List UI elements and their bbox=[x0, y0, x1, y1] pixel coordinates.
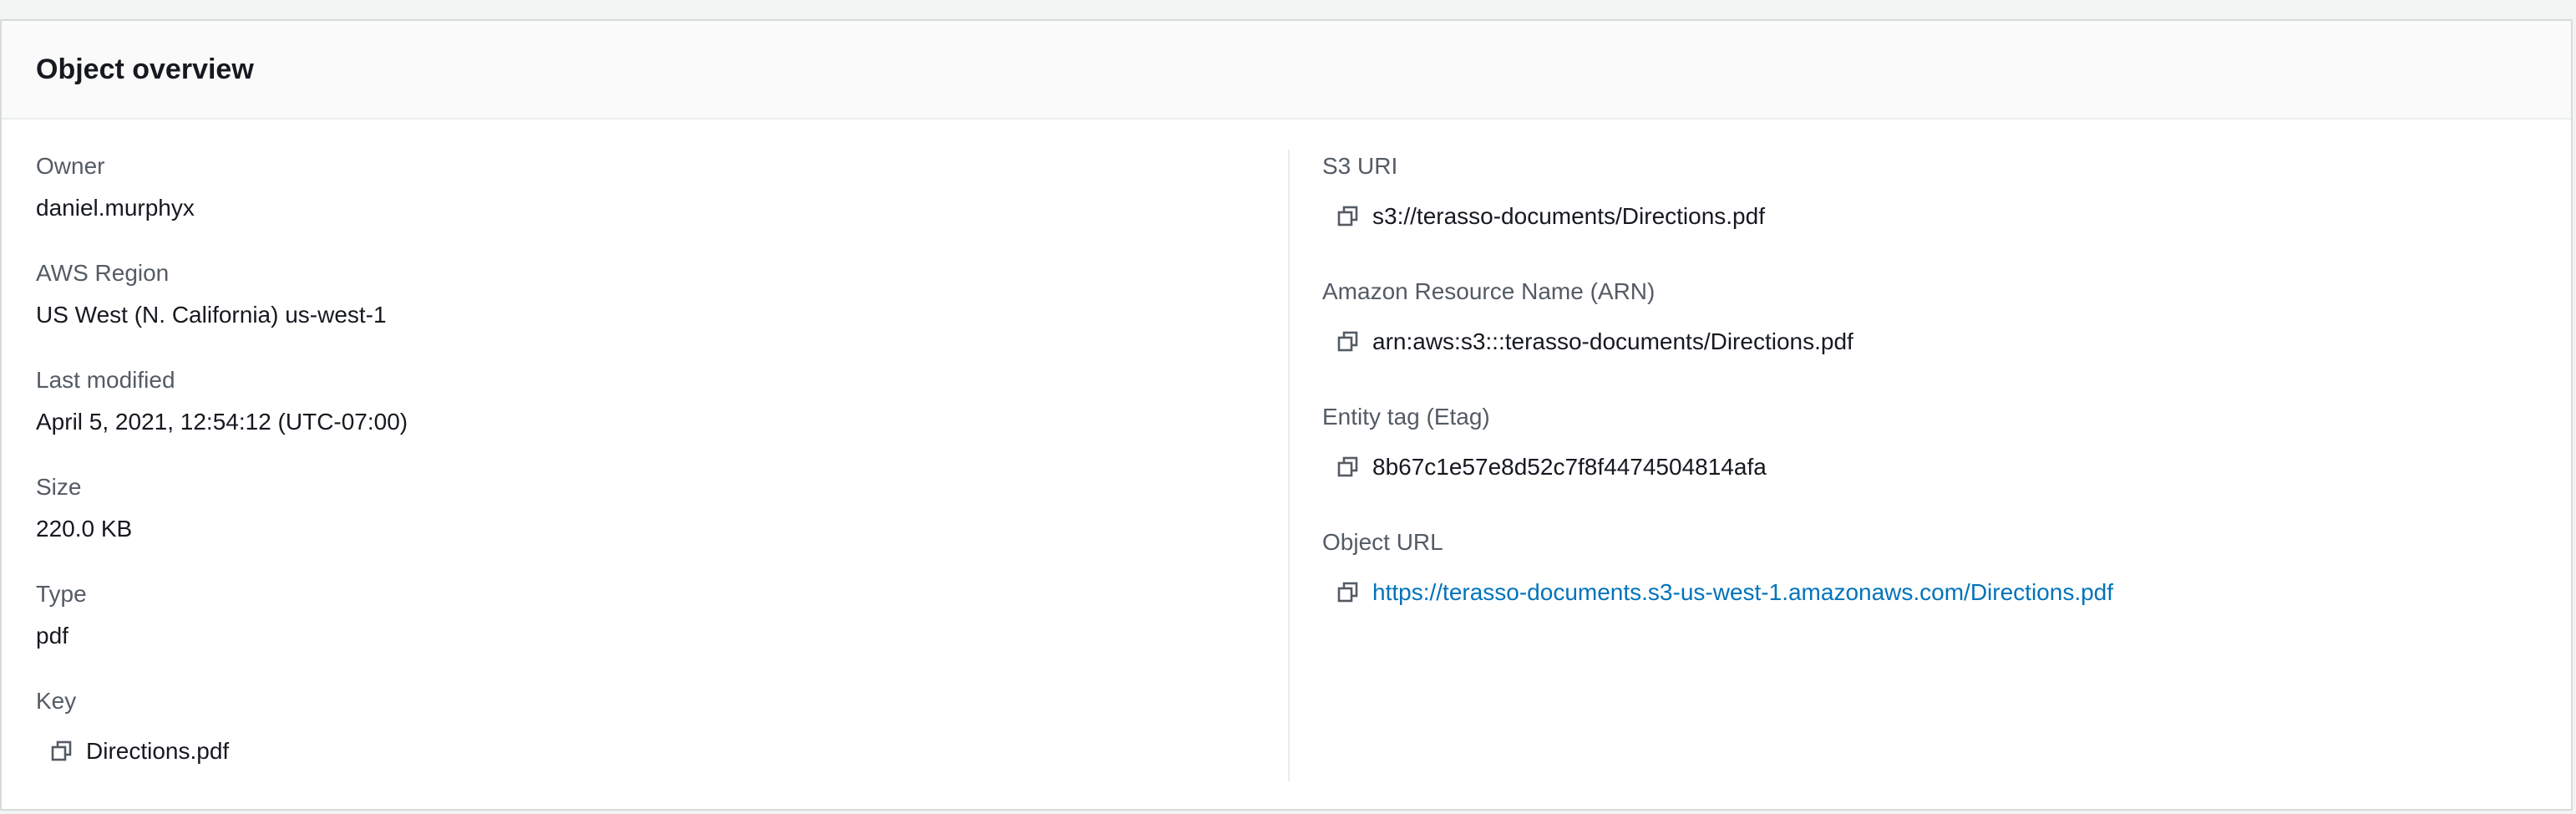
last-modified-field: Last modified April 5, 2021, 12:54:12 (U… bbox=[36, 364, 408, 439]
object-url-label: Object URL bbox=[1322, 529, 1443, 555]
s3-uri-copy-row: s3://terasso-documents/Directions.pdf bbox=[1336, 200, 1765, 233]
key-label: Key bbox=[36, 688, 77, 714]
s3-uri-label: S3 URI bbox=[1322, 153, 1398, 179]
size-field: Size 220.0 KB bbox=[36, 471, 132, 546]
owner-field: Owner daniel.murphyx bbox=[36, 150, 195, 225]
etag-field: Entity tag (Etag) 8b67c1e57e8d52c7f8f447… bbox=[1322, 400, 1767, 484]
key-copy-row: Directions.pdf bbox=[49, 735, 229, 768]
copy-icon[interactable] bbox=[1336, 455, 1361, 480]
type-label: Type bbox=[36, 581, 87, 607]
object-overview-panel: Object overview Owner daniel.murphyx AWS… bbox=[0, 19, 2573, 811]
key-value: Directions.pdf bbox=[86, 738, 230, 764]
last-modified-value: April 5, 2021, 12:54:12 (UTC-07:00) bbox=[36, 409, 408, 435]
arn-value: arn:aws:s3:::terasso-documents/Direction… bbox=[1372, 328, 1853, 354]
object-url-copy-row: https://terasso-documents.s3-us-west-1.a… bbox=[1336, 576, 2113, 609]
last-modified-label: Last modified bbox=[36, 367, 175, 393]
object-url-field: Object URL https://terasso-documents.s3-… bbox=[1322, 526, 2113, 609]
etag-label: Entity tag (Etag) bbox=[1322, 404, 1490, 430]
copy-icon[interactable] bbox=[1336, 204, 1361, 229]
arn-label: Amazon Resource Name (ARN) bbox=[1322, 278, 1656, 304]
copy-icon[interactable] bbox=[1336, 329, 1361, 354]
owner-value: daniel.murphyx bbox=[36, 195, 195, 221]
panel-title: Object overview bbox=[36, 53, 254, 85]
size-value: 220.0 KB bbox=[36, 516, 133, 542]
key-field: Key Directions.pdf bbox=[36, 684, 229, 768]
arn-field: Amazon Resource Name (ARN) arn:aws:s3:::… bbox=[1322, 275, 1853, 359]
panel-body: Owner daniel.murphyx AWS Region US West … bbox=[2, 120, 2571, 809]
arn-copy-row: arn:aws:s3:::terasso-documents/Direction… bbox=[1336, 325, 1853, 359]
panel-header: Object overview bbox=[2, 21, 2571, 120]
owner-label: Owner bbox=[36, 153, 105, 179]
object-url-link[interactable]: https://terasso-documents.s3-us-west-1.a… bbox=[1372, 576, 2113, 609]
region-field: AWS Region US West (N. California) us-we… bbox=[36, 257, 387, 332]
size-label: Size bbox=[36, 474, 82, 500]
etag-value: 8b67c1e57e8d52c7f8f4474504814afa bbox=[1372, 454, 1767, 480]
etag-copy-row: 8b67c1e57e8d52c7f8f4474504814afa bbox=[1336, 450, 1767, 484]
s3-uri-value: s3://terasso-documents/Directions.pdf bbox=[1372, 203, 1765, 229]
region-label: AWS Region bbox=[36, 260, 170, 286]
column-divider bbox=[1288, 150, 1290, 781]
s3-uri-field: S3 URI s3://terasso-documents/Directions… bbox=[1322, 150, 1765, 233]
type-value: pdf bbox=[36, 623, 68, 649]
type-field: Type pdf bbox=[36, 577, 87, 653]
region-value: US West (N. California) us-west-1 bbox=[36, 302, 387, 328]
copy-icon[interactable] bbox=[1336, 580, 1361, 605]
copy-icon[interactable] bbox=[49, 739, 74, 764]
